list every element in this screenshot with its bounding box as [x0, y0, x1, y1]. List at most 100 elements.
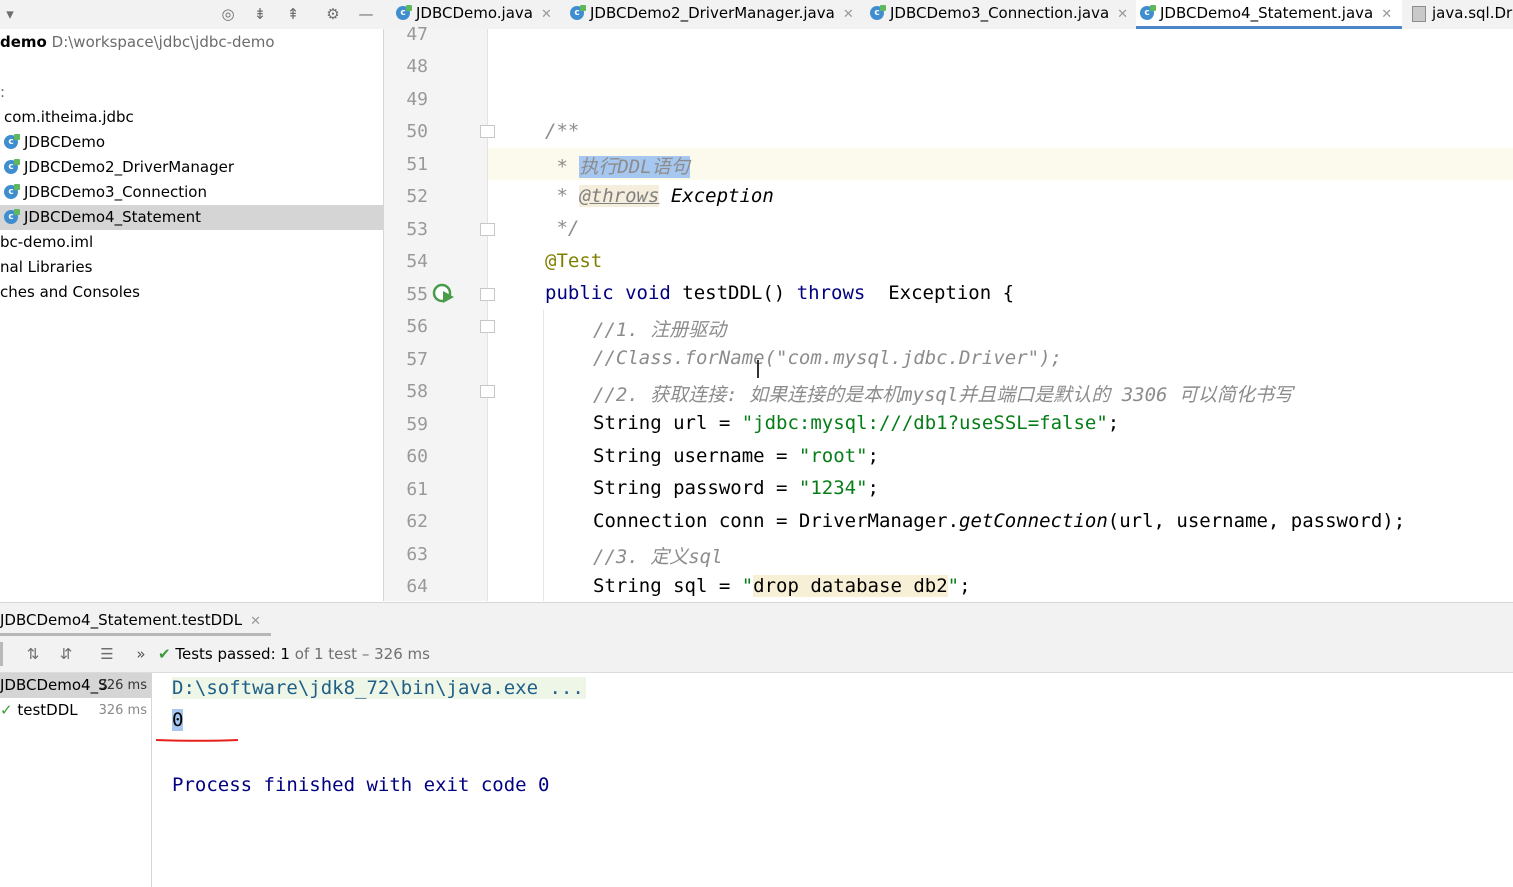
sort-duration-icon[interactable]: ⇵ [56, 644, 76, 664]
sql-string-highlighted: drop database db2 [753, 575, 948, 597]
test-suite-row[interactable]: JDBCDemo4_S 326 ms [0, 673, 151, 698]
fold-marker-icon[interactable] [480, 320, 495, 333]
console-command-line: D:\software\jdk8_72\bin\java.exe ... [172, 677, 586, 699]
tree-item-iml[interactable]: bc-demo.iml [0, 230, 383, 255]
expand-tests-icon[interactable]: ☰ [97, 644, 117, 664]
tree-item-jdbcdemo3[interactable]: c JDBCDemo3_Connection [0, 180, 383, 205]
tree-label: JDBCDemo4_Statement [24, 208, 202, 226]
line-number: 59 [406, 414, 428, 435]
tree-label: JDBCDemo2_DriverManager [24, 158, 234, 176]
run-tool-window-header: JDBCDemo4_Statement.testDDL ✕ [0, 602, 1513, 637]
tab-jdbcdemo4-active[interactable]: c JDBCDemo4_Statement.java ✕ [1136, 0, 1402, 29]
toolbar-edge [0, 642, 3, 666]
tab-java-sql-driver[interactable]: java.sql.Dri [1408, 0, 1513, 28]
gear-icon[interactable]: ⚙ [323, 4, 343, 24]
line-number: 51 [406, 154, 428, 175]
fold-marker-icon[interactable] [480, 385, 495, 398]
tab-label: JDBCDemo2_DriverManager.java [590, 4, 835, 22]
class-file-icon [1412, 5, 1426, 22]
project-tree: demo D:\workspace\jdbc\jdbc-demo : com.i… [0, 29, 384, 601]
comment-star: * [545, 156, 580, 178]
tree-item-scratches[interactable]: ches and Consoles [0, 280, 383, 305]
code-text: String username = [593, 445, 799, 467]
code-line-64: String sql = "drop database db2"; [593, 575, 971, 597]
fold-marker-icon[interactable] [480, 288, 495, 301]
status-prefix: Tests passed: [175, 645, 281, 663]
line-number: 58 [406, 381, 428, 402]
code-line-50: /** [545, 120, 580, 142]
code-line-57: //Class.forName("com.mysql.jdbc.Driver")… [593, 347, 1062, 369]
code-line-62: Connection conn = DriverManager.getConne… [593, 510, 1405, 532]
tab-label: java.sql.Dri [1432, 4, 1513, 22]
code-line-55: public void testDDL() throws Exception { [545, 282, 1014, 304]
check-icon: ✓ [0, 701, 13, 719]
dropdown-icon[interactable]: ▾ [0, 4, 20, 24]
code-text: String url = [593, 412, 742, 434]
static-method: getConnection [959, 510, 1108, 532]
close-icon[interactable]: ✕ [1381, 7, 1392, 22]
javadoc-throws-tag: @throws [579, 185, 660, 207]
close-icon[interactable]: ✕ [1117, 7, 1128, 22]
test-time: 326 ms [98, 678, 147, 693]
code-line-59: String url = "jdbc:mysql:///db1?useSSL=f… [593, 412, 1119, 434]
tree-item-package[interactable]: com.itheima.jdbc [0, 105, 383, 130]
line-number: 47 [406, 24, 428, 45]
console-output[interactable]: D:\software\jdk8_72\bin\java.exe ... 0 P… [152, 673, 1513, 887]
tree-item-jdbcdemo4[interactable]: c JDBCDemo4_Statement [0, 205, 383, 230]
tree-item-external-libraries[interactable]: nal Libraries [0, 255, 383, 280]
run-toolbar: ⇅ ⇵ ☰ » ✔ Tests passed: 1 of 1 test – 32… [0, 636, 1513, 673]
comment-star: * [545, 185, 580, 207]
sort-alpha-icon[interactable]: ⇅ [23, 644, 43, 664]
fold-marker-icon[interactable] [480, 125, 495, 138]
red-underline-annotation [155, 739, 239, 742]
string-literal: "1234" [798, 477, 868, 499]
keyword: throws [796, 282, 866, 304]
run-tab-label: JDBCDemo4_Statement.testDDL [0, 611, 243, 629]
tree-label: JDBCDemo3_Connection [24, 183, 207, 201]
project-path: D:\workspace\jdbc\jdbc-demo [51, 33, 275, 51]
code-text: ; [959, 575, 971, 597]
tree-item-src[interactable]: : [0, 80, 383, 105]
keyword: public void [545, 282, 671, 304]
line-number: 48 [406, 56, 428, 77]
line-number: 49 [406, 89, 428, 110]
tree-item-jdbcdemo2[interactable]: c JDBCDemo2_DriverManager [0, 155, 383, 180]
java-class-icon: c [570, 4, 586, 20]
run-tab[interactable]: JDBCDemo4_Statement.testDDL ✕ [0, 603, 271, 636]
line-number: 64 [406, 576, 428, 597]
string-quote: " [741, 575, 754, 597]
scroll-from-source-icon[interactable]: ◎ [218, 4, 238, 24]
indent-guide [543, 310, 544, 601]
line-number: 57 [406, 349, 428, 370]
status-count: 1 [280, 645, 290, 663]
string-quote: " [947, 575, 960, 597]
console-exit-message: Process finished with exit code 0 [172, 774, 550, 796]
expand-all-icon[interactable]: ⇟ [250, 4, 270, 24]
more-icon[interactable]: » [131, 644, 151, 664]
close-icon[interactable]: ✕ [843, 7, 854, 22]
code-line-58: //2. 获取连接: 如果连接的是本机mysql并且端口是默认的 3306 可以… [593, 384, 1293, 406]
mouse-text-cursor [757, 360, 759, 378]
tab-jdbcdemo3[interactable]: c JDBCDemo3_Connection.java ✕ [866, 0, 1134, 28]
line-number: 55 [406, 284, 428, 305]
fold-marker-icon[interactable] [480, 223, 495, 236]
code-text: (url, username, password); [1107, 510, 1406, 532]
code-line-54: @Test [545, 250, 603, 272]
project-root[interactable]: demo D:\workspace\jdbc\jdbc-demo [0, 30, 383, 55]
line-number: 52 [406, 186, 428, 207]
close-icon[interactable]: ✕ [541, 7, 552, 22]
method-name: testDDL() [670, 282, 797, 304]
tree-label: com.itheima.jdbc [4, 108, 134, 126]
close-icon[interactable]: ✕ [250, 614, 261, 629]
string-literal: "jdbc:mysql:///db1?useSSL=false" [741, 412, 1108, 434]
tree-item-jdbcdemo[interactable]: c JDBCDemo [0, 130, 383, 155]
string-literal: "root" [798, 445, 868, 467]
tab-jdbcdemo2[interactable]: c JDBCDemo2_DriverManager.java ✕ [566, 0, 862, 28]
code-text: Exception { [865, 282, 1015, 304]
line-number: 50 [406, 121, 428, 142]
hide-icon[interactable]: — [356, 4, 376, 24]
collapse-all-icon[interactable]: ⇞ [283, 4, 303, 24]
test-case-row[interactable]: ✓ testDDL 326 ms [0, 698, 151, 723]
run-test-icon[interactable] [432, 283, 456, 305]
code-line-63: //3. 定义sql [593, 546, 723, 568]
